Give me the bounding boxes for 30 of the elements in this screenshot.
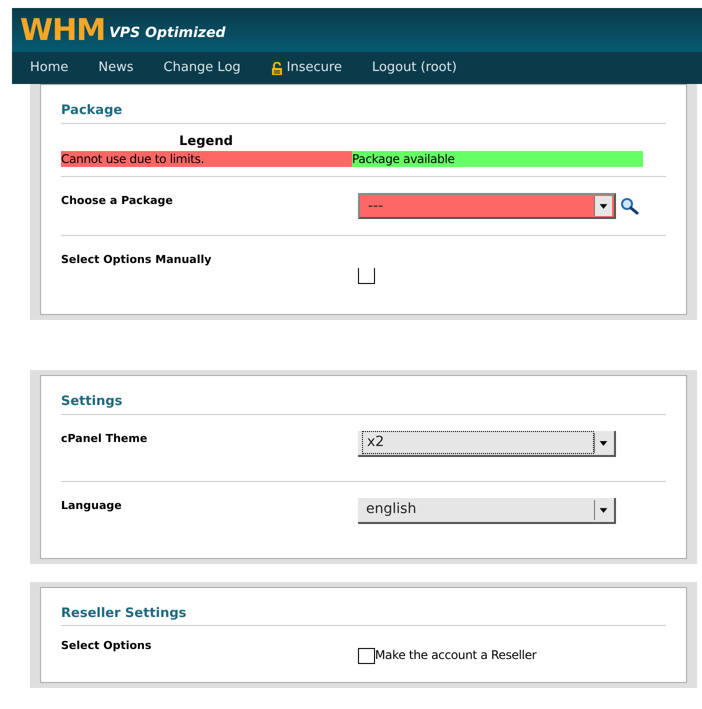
select-value: x2 — [362, 431, 594, 454]
logo-subtitle: VPS Optimized — [109, 24, 226, 43]
legend-title: Legend — [178, 132, 234, 150]
field-label: Select Options — [61, 638, 152, 654]
checkbox[interactable] — [358, 268, 375, 284]
section-title: Reseller Settings — [61, 604, 666, 626]
field-label: Language — [61, 498, 123, 514]
field-label: cPanel Theme — [61, 430, 148, 446]
section-title: Settings — [61, 392, 666, 414]
checkbox[interactable] — [358, 648, 375, 664]
nav-link[interactable]: News — [98, 58, 134, 78]
caret-icon — [594, 196, 612, 216]
lock-icon — [270, 62, 283, 74]
select-value: english — [365, 500, 418, 519]
legend-item: Cannot use due to limits. — [61, 151, 352, 167]
dropdown-select[interactable]: english — [358, 498, 616, 524]
field-label: Choose a Package — [61, 193, 174, 209]
field-label: Select Options Manually — [61, 252, 212, 268]
checkbox-label: Make the account a Reseller — [375, 647, 536, 664]
section-title: Package — [61, 101, 666, 124]
logo: WHM — [20, 16, 106, 46]
nav-link[interactable]: Home — [30, 58, 68, 78]
nav-link[interactable]: Insecure — [270, 58, 342, 78]
nav-link[interactable]: Change Log — [164, 58, 241, 78]
legend-item: Package available — [352, 151, 643, 167]
dropdown-select[interactable]: --- — [358, 193, 616, 219]
search-icon[interactable] — [620, 197, 640, 215]
select-value: --- — [367, 196, 384, 216]
nav-link[interactable]: Logout (root) — [372, 58, 457, 78]
dropdown-select[interactable]: x2 — [358, 430, 616, 456]
